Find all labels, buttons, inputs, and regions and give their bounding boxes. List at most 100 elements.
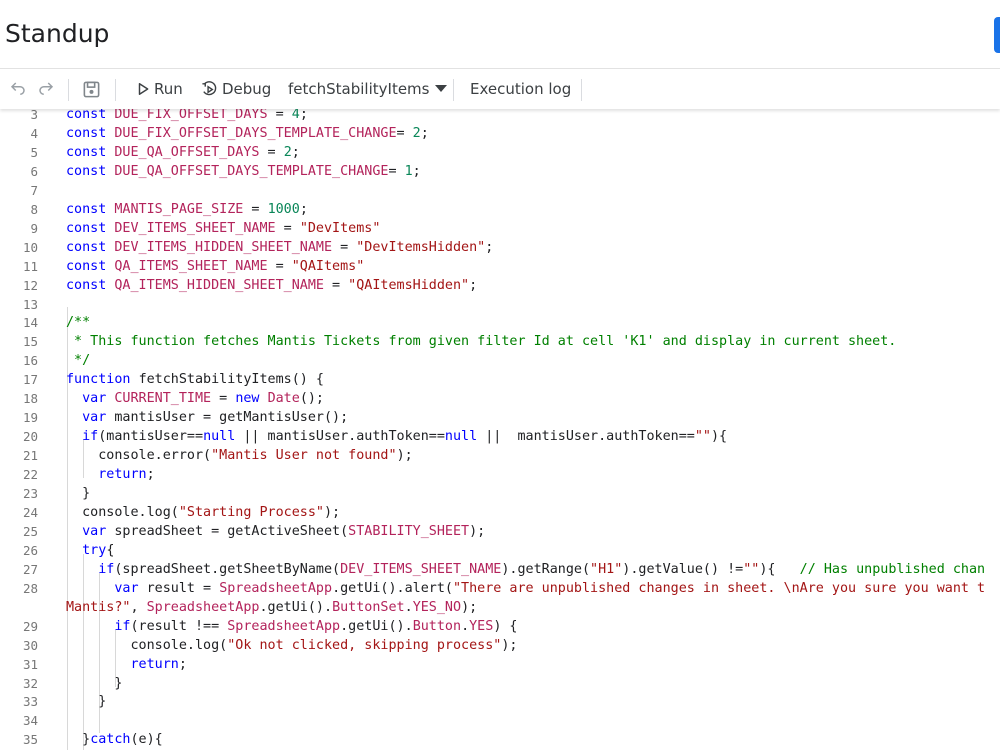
code-token: (spreadSheet.getSheetByName(: [114, 561, 341, 577]
line-number: 16: [22, 353, 38, 369]
code-token: DEV_ITEMS_SHEET_NAME: [114, 220, 276, 236]
code-token: return: [130, 656, 179, 672]
code-text: */: [66, 351, 90, 370]
code-token: );: [501, 637, 518, 653]
code-text: return;: [66, 465, 155, 484]
line-number: 11: [22, 258, 38, 274]
code-text: }catch(e){: [66, 730, 163, 749]
code-text: }: [66, 692, 106, 711]
code-token: }: [66, 732, 91, 748]
code-token: Date: [267, 391, 300, 407]
code-text: console.error("Mantis User not found");: [66, 446, 413, 465]
code-token: const: [66, 258, 115, 274]
code-token: const: [66, 201, 115, 217]
code-token: "DevItems": [299, 220, 381, 236]
toolbar-divider: [581, 79, 582, 101]
code-token: DEV_ITEMS_SHEET_NAME: [340, 561, 502, 577]
code-text: var mantisUser = getMantisUser();: [66, 408, 348, 427]
code-token: "Ok not clicked, skipping process": [227, 637, 502, 653]
code-token: QA_ITEMS_SHEET_NAME: [114, 258, 268, 274]
line-number: 21: [22, 448, 38, 464]
line-number: 8: [30, 201, 38, 217]
code-token: var: [82, 391, 115, 407]
run-label: Run: [154, 80, 183, 98]
save-icon[interactable]: [82, 69, 101, 109]
play-icon: [138, 83, 149, 95]
code-token: const: [66, 144, 115, 160]
code-text: var spreadSheet = getActiveSheet(STABILI…: [66, 522, 485, 541]
line-number: 7: [30, 182, 38, 198]
toolbar: Run Debug fetchStabilityItems Execution …: [0, 69, 1000, 109]
code-token: const: [66, 163, 115, 179]
undo-icon[interactable]: [9, 69, 27, 109]
code-text: }: [66, 484, 90, 503]
code-token: =: [396, 125, 413, 141]
code-token: new: [235, 391, 268, 407]
code-text: console.log("Ok not clicked, skipping pr…: [66, 636, 517, 655]
code-token: (mantisUser==: [98, 429, 204, 445]
run-button[interactable]: Run: [136, 69, 183, 109]
code-text: return;: [66, 655, 187, 674]
code-token: ;: [291, 144, 300, 160]
code-text: const QA_ITEMS_HIDDEN_SHEET_NAME = "QAIt…: [66, 276, 477, 295]
code-token: MANTIS_PAGE_SIZE: [114, 201, 244, 217]
code-token: );: [396, 448, 413, 464]
code-token: {: [106, 542, 115, 558]
code-text: console.log("Starting Process");: [66, 503, 340, 522]
code-token: .: [461, 618, 470, 634]
code-token: .getUi().alert(: [332, 580, 453, 596]
code-token: YES_NO: [412, 599, 462, 615]
code-token: "QAItems": [291, 258, 365, 274]
function-select[interactable]: fetchStabilityItems: [288, 69, 448, 109]
code-text: const MANTIS_PAGE_SIZE = 1000;: [66, 200, 308, 219]
code-token: ).getValue() !=: [622, 561, 744, 577]
code-token: || mantisUser.authToken==: [235, 429, 445, 445]
code-token: DEV_ITEMS_HIDDEN_SHEET_NAME: [114, 239, 333, 255]
code-token: null: [203, 429, 236, 445]
code-text: if(result !== SpreadsheetApp.getUi().But…: [66, 617, 517, 636]
code-text: Mantis?", SpreadsheetApp.getUi().ButtonS…: [66, 598, 477, 617]
code-token: );: [461, 599, 478, 615]
project-title[interactable]: Standup: [5, 19, 109, 48]
code-token: =: [267, 109, 292, 122]
code-token: var: [82, 523, 115, 539]
redo-icon[interactable]: [37, 69, 55, 109]
line-number: 25: [22, 523, 38, 539]
debug-icon: [202, 80, 217, 95]
code-token: const: [66, 125, 115, 141]
code-token: SpreadsheetApp: [146, 599, 260, 615]
code-token: ;: [485, 239, 494, 255]
debug-label: Debug: [222, 80, 272, 98]
code-token: var: [114, 580, 147, 596]
execution-log-label: Execution log: [470, 80, 572, 98]
execution-log-button[interactable]: Execution log: [470, 69, 571, 109]
code-token: catch: [90, 732, 131, 748]
code-token: YES: [469, 618, 494, 634]
code-token: ;: [146, 467, 155, 483]
code-editor[interactable]: 3 const DUE_FIX_OFFSET_DAYS = 4; 4 const DU…: [0, 109, 1000, 750]
line-number: 32: [22, 675, 38, 691]
code-token: ){: [759, 561, 800, 577]
deploy-button[interactable]: [994, 17, 1000, 53]
code-token: "There are unpublished changes in sheet.…: [453, 580, 986, 596]
debug-button[interactable]: Debug: [201, 69, 271, 109]
line-number: 24: [22, 504, 38, 520]
code-token: "DevItemsHidden": [356, 239, 486, 255]
code-token: }: [66, 486, 91, 501]
code-token: "QAItemsHidden": [348, 277, 470, 293]
line-number: 35: [22, 732, 38, 748]
code-token: ;: [412, 163, 421, 179]
code-token: DUE_FIX_OFFSET_DAYS: [114, 109, 268, 122]
code-text: const QA_ITEMS_SHEET_NAME = "QAItems": [66, 257, 364, 276]
line-number: 5: [30, 144, 38, 160]
code-token: return: [98, 467, 147, 483]
line-number: 30: [22, 637, 38, 653]
code-token: null: [444, 429, 478, 445]
code-token: "Starting Process": [178, 504, 324, 520]
code-token: ;: [299, 201, 308, 217]
